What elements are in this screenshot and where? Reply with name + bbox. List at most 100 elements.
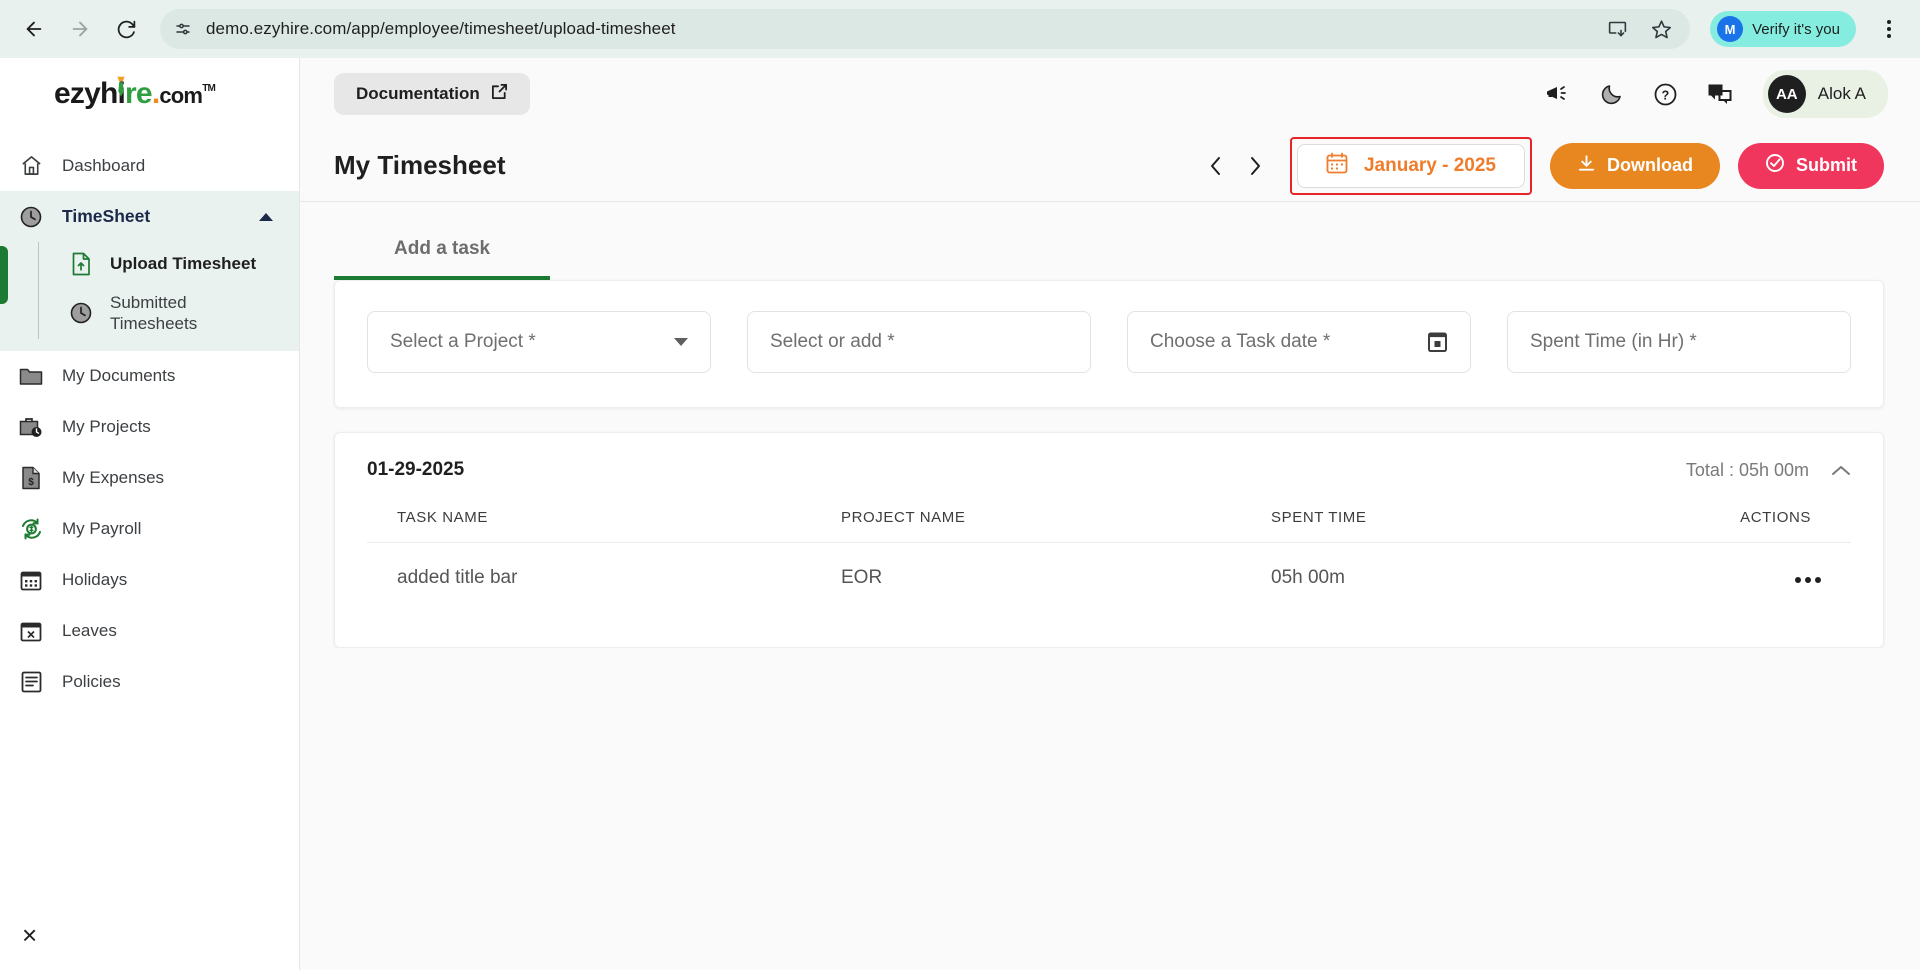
document-lines-icon [18, 671, 44, 693]
download-button[interactable]: Download [1550, 142, 1720, 189]
user-name: Alok A [1817, 84, 1866, 103]
tab-label: Add a task [394, 238, 491, 259]
check-circle-icon [1765, 153, 1785, 178]
chevron-down-icon[interactable] [674, 338, 688, 346]
necktie-icon [117, 76, 125, 97]
verify-its-you-button[interactable]: M Verify it's you [1710, 11, 1856, 47]
tab-bar: Add a task [334, 224, 1884, 280]
timesheet-entry-group: 01-29-2025 Total : 05h 00m TASK NAME PRO… [334, 432, 1884, 648]
logo-dot: . [151, 77, 160, 110]
sidebar-item-my-expenses[interactable]: $ My Expenses [0, 453, 299, 504]
sidebar-label-leaves: Leaves [62, 621, 117, 640]
month-picker-button[interactable]: January - 2025 [1296, 143, 1525, 188]
entry-group-total-wrap: Total : 05h 00m [1686, 460, 1851, 481]
announcement-megaphone-icon[interactable] [1543, 79, 1573, 109]
cell-actions [1671, 543, 1851, 614]
cell-spent-time: 05h 00m [1271, 567, 1345, 588]
clock-icon [68, 301, 94, 325]
logo-tie-letter: i [117, 76, 126, 111]
user-menu[interactable]: AA Alok A [1762, 70, 1888, 118]
url-text: demo.ezyhire.com/app/employee/timesheet/… [206, 19, 676, 38]
install-app-icon[interactable] [1606, 18, 1628, 40]
help-question-icon[interactable]: ? [1651, 79, 1681, 109]
sidebar-nav: Dashboard TimeSheet Upload Timesheet Sub… [0, 130, 299, 708]
sidebar-item-my-payroll[interactable]: My Payroll [0, 504, 299, 555]
table-header-row: TASK NAME PROJECT NAME SPENT TIME ACTION… [367, 509, 1851, 543]
next-month-button[interactable] [1236, 146, 1276, 186]
site-settings-icon[interactable] [172, 18, 194, 40]
star-icon[interactable] [1650, 18, 1672, 40]
verify-label: Verify it's you [1752, 20, 1840, 38]
task-select-input[interactable]: Select or add * [747, 311, 1091, 373]
close-sidebar-button[interactable]: × [22, 922, 37, 948]
dark-mode-moon-icon[interactable] [1597, 79, 1627, 109]
submit-button[interactable]: Submit [1738, 142, 1884, 189]
timesheet-table: TASK NAME PROJECT NAME SPENT TIME ACTION… [367, 509, 1851, 613]
column-project-name: PROJECT NAME [841, 509, 966, 526]
payroll-refresh-icon [18, 517, 44, 541]
sidebar-label-timesheet: TimeSheet [62, 206, 151, 226]
spent-time-placeholder: Spent Time (in Hr) * [1530, 331, 1697, 352]
profile-avatar-icon: M [1717, 16, 1744, 42]
page-title: My Timesheet [334, 150, 506, 180]
sidebar-item-policies[interactable]: Policies [0, 657, 299, 708]
svg-text:$: $ [28, 477, 34, 488]
sidebar-label-my-documents: My Documents [62, 366, 176, 385]
home-icon [18, 154, 44, 177]
logo-tm: TM [202, 83, 216, 94]
sidebar-item-my-documents[interactable]: My Documents [0, 351, 299, 402]
browser-back-button[interactable] [14, 9, 54, 49]
chevron-up-icon [259, 206, 273, 227]
browser-forward-button[interactable] [60, 9, 100, 49]
sidebar-item-submitted-timesheets[interactable]: Submitted Timesheets [40, 286, 299, 341]
topbar-actions: ? AA Alok A [1543, 70, 1888, 118]
more-options-icon[interactable] [1795, 577, 1821, 583]
address-bar[interactable]: demo.ezyhire.com/app/employee/timesheet/… [160, 9, 1691, 49]
submit-label: Submit [1796, 155, 1857, 175]
sidebar-submenu-timesheet: Upload Timesheet Submitted Timesheets [0, 242, 299, 351]
clock-icon [18, 205, 44, 229]
sidebar-item-upload-timesheet[interactable]: Upload Timesheet [40, 242, 299, 286]
tab-add-a-task[interactable]: Add a task [334, 224, 551, 280]
chat-icon[interactable] [1705, 79, 1735, 109]
entry-group-total: Total : 05h 00m [1685, 459, 1809, 480]
folder-icon [18, 365, 44, 387]
sidebar-item-timesheet[interactable]: TimeSheet [0, 191, 299, 242]
table-row: added title bar EOR 05h 00m [367, 542, 1851, 614]
prev-month-button[interactable] [1196, 146, 1236, 186]
sidebar: ezyhire.comTM Dashboard TimeSheet [0, 58, 300, 970]
browser-toolbar: demo.ezyhire.com/app/employee/timesheet/… [0, 0, 1920, 58]
sidebar-label-upload-timesheet: Upload Timesheet [110, 254, 257, 274]
browser-reload-button[interactable] [106, 9, 146, 49]
calendar-icon[interactable] [1427, 331, 1448, 353]
receipt-dollar-icon: $ [18, 466, 44, 490]
month-label: January - 2025 [1363, 154, 1496, 176]
chevron-up-icon[interactable] [1831, 464, 1851, 477]
column-spent-time: SPENT TIME [1271, 509, 1367, 526]
sidebar-label-submitted-timesheets: Submitted Timesheets [110, 293, 198, 334]
sidebar-item-leaves[interactable]: Leaves [0, 606, 299, 657]
calendar-x-icon [18, 620, 44, 642]
sidebar-item-holidays[interactable]: Holidays [0, 555, 299, 606]
date-placeholder: Choose a Task date * [1150, 331, 1331, 352]
content-area: Add a task Select a Project * Select or … [300, 202, 1920, 648]
app-logo[interactable]: ezyhire.comTM [0, 58, 299, 130]
documentation-button[interactable]: Documentation [334, 73, 530, 115]
active-indicator [0, 246, 8, 304]
project-select[interactable]: Select a Project * [367, 311, 711, 373]
project-placeholder: Select a Project * [390, 331, 536, 352]
logo-text-3: r [125, 77, 137, 110]
month-selector-highlight: January - 2025 [1289, 136, 1532, 195]
svg-text:?: ? [1662, 88, 1670, 102]
spent-time-input[interactable]: Spent Time (in Hr) * [1507, 311, 1851, 373]
sidebar-label-dashboard: Dashboard [62, 155, 146, 175]
cell-project-name: EOR [841, 567, 883, 588]
cell-task-name: added title bar [397, 567, 518, 588]
briefcase-clock-icon [18, 416, 44, 439]
task-date-input[interactable]: Choose a Task date * [1127, 311, 1471, 373]
browser-menu-button[interactable] [1872, 9, 1906, 49]
calendar-icon [18, 569, 44, 591]
sidebar-item-my-projects[interactable]: My Projects [0, 402, 299, 453]
sidebar-item-dashboard[interactable]: Dashboard [0, 140, 299, 191]
entry-group-header: 01-29-2025 Total : 05h 00m [367, 459, 1851, 481]
